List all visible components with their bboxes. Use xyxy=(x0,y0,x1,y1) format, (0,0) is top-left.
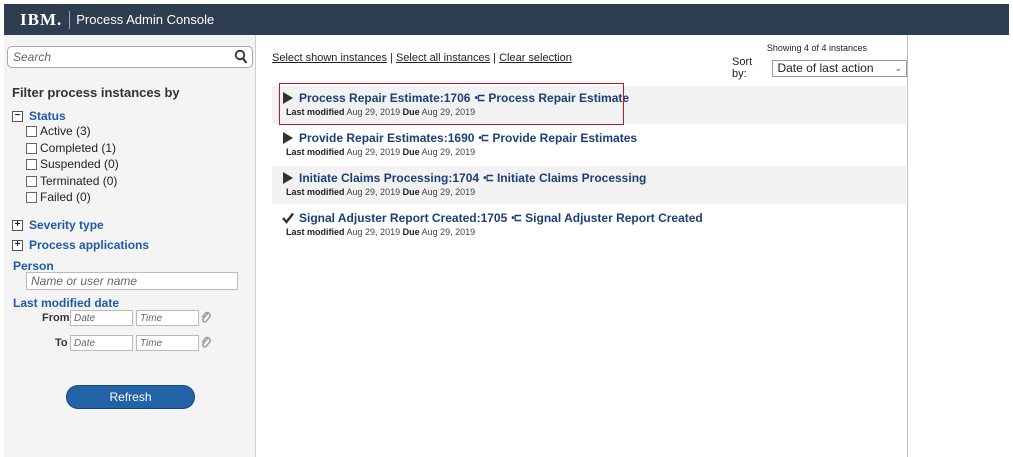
last-modified-value: Aug 29, 2019 xyxy=(346,187,401,197)
process-apps-label[interactable]: Process applications xyxy=(29,238,149,252)
instance-process[interactable]: Provide Repair Estimates xyxy=(492,131,637,145)
to-time-input[interactable] xyxy=(136,335,199,351)
instance-title[interactable]: Initiate Claims Processing:1704 •⊏ Initi… xyxy=(282,171,646,185)
from-label: From xyxy=(42,312,70,324)
status-section-toggle[interactable]: − Status xyxy=(12,109,66,123)
filter-title: Filter process instances by xyxy=(12,85,180,100)
instance-title[interactable]: Provide Repair Estimates:1690 •⊏ Provide… xyxy=(282,131,637,145)
status-option-active[interactable]: Active (3) xyxy=(26,124,91,138)
to-date-input[interactable] xyxy=(70,335,133,351)
link-separator: | xyxy=(390,52,393,64)
logo-divider xyxy=(69,10,71,29)
ibm-logo: IBM. xyxy=(20,9,63,29)
sort-control: Sort by: Date of last action ⌄ xyxy=(732,56,907,80)
process-apps-section-toggle[interactable]: + Process applications xyxy=(12,238,149,252)
status-option-failed[interactable]: Failed (0) xyxy=(26,190,91,204)
instance-meta: Last modified Aug 29, 2019 Due Aug 29, 2… xyxy=(286,147,475,157)
play-icon xyxy=(283,132,293,144)
collapse-icon[interactable]: − xyxy=(12,110,23,122)
chevron-down-icon: ⌄ xyxy=(894,62,902,73)
checkmark-icon xyxy=(282,212,294,224)
checkbox[interactable] xyxy=(26,191,37,203)
instance-meta: Last modified Aug 29, 2019 Due Aug 29, 2… xyxy=(286,187,475,197)
select-all-link[interactable]: Select all instances xyxy=(396,52,490,64)
app-title: Process Admin Console xyxy=(76,12,215,27)
clear-date-icon[interactable] xyxy=(200,336,212,350)
status-option-label: Completed (1) xyxy=(40,141,117,155)
play-icon xyxy=(283,172,293,184)
status-option-label: Active (3) xyxy=(40,124,91,138)
meta-label: Due xyxy=(402,187,420,197)
due-value: Aug 29, 2019 xyxy=(421,147,476,157)
process-link-icon: •⊏ xyxy=(511,212,522,224)
instance-process[interactable]: Initiate Claims Processing xyxy=(497,171,646,185)
checkbox[interactable] xyxy=(26,175,37,187)
person-input[interactable] xyxy=(26,272,238,290)
status-option-completed[interactable]: Completed (1) xyxy=(26,141,116,155)
selection-highlight xyxy=(279,83,624,125)
checkbox[interactable] xyxy=(26,158,37,170)
last-modified-value: Aug 29, 2019 xyxy=(346,147,401,157)
last-modified-value: Aug 29, 2019 xyxy=(346,227,401,237)
showing-count: Showing 4 of 4 instances xyxy=(766,43,867,53)
instance-row[interactable]: Initiate Claims Processing:1704 •⊏ Initi… xyxy=(272,166,906,204)
status-option-suspended[interactable]: Suspended (0) xyxy=(26,157,119,171)
last-modified-label: Last modified date xyxy=(13,296,120,310)
status-label[interactable]: Status xyxy=(29,109,66,123)
meta-label: Last modified xyxy=(286,147,345,157)
process-link-icon: •⊏ xyxy=(483,172,494,184)
search-input[interactable] xyxy=(13,49,228,65)
instance-row[interactable]: Signal Adjuster Report Created:1705 •⊏ S… xyxy=(272,206,906,244)
expand-icon[interactable]: + xyxy=(12,219,23,231)
sort-select[interactable]: Date of last action ⌄ xyxy=(772,59,907,77)
to-label: To xyxy=(55,337,68,349)
select-shown-link[interactable]: Select shown instances xyxy=(272,52,387,64)
instance-process[interactable]: Signal Adjuster Report Created xyxy=(525,211,703,225)
instance-name[interactable]: Provide Repair Estimates:1690 xyxy=(299,131,474,145)
meta-label: Due xyxy=(402,227,420,237)
person-label: Person xyxy=(13,259,54,273)
sort-value: Date of last action xyxy=(777,61,874,75)
checkbox[interactable] xyxy=(26,125,37,137)
instance-meta: Last modified Aug 29, 2019 Due Aug 29, 2… xyxy=(286,227,475,237)
instance-name[interactable]: Signal Adjuster Report Created:1705 xyxy=(299,211,507,225)
clear-selection-link[interactable]: Clear selection xyxy=(499,52,572,64)
meta-label: Last modified xyxy=(286,227,345,237)
severity-section-toggle[interactable]: + Severity type xyxy=(12,218,104,232)
status-option-label: Failed (0) xyxy=(40,190,91,204)
meta-label: Last modified xyxy=(286,187,345,197)
instance-name[interactable]: Initiate Claims Processing:1704 xyxy=(299,171,479,185)
status-option-label: Terminated (0) xyxy=(40,174,118,188)
filter-sidebar: Filter process instances by − Status Act… xyxy=(4,35,256,457)
meta-label: Due xyxy=(402,147,420,157)
expand-icon[interactable]: + xyxy=(12,239,23,251)
from-time-input[interactable] xyxy=(136,310,199,326)
clear-date-icon[interactable] xyxy=(200,311,212,325)
instance-row[interactable]: Provide Repair Estimates:1690 •⊏ Provide… xyxy=(272,126,906,164)
severity-label[interactable]: Severity type xyxy=(29,218,104,232)
selection-links: Select shown instances | Select all inst… xyxy=(272,52,572,64)
search-box xyxy=(7,46,253,68)
process-link-icon: •⊏ xyxy=(478,132,489,144)
search-icon[interactable] xyxy=(234,49,248,65)
refresh-button[interactable]: Refresh xyxy=(66,385,195,409)
from-date-input[interactable] xyxy=(70,310,133,326)
sort-label: Sort by: xyxy=(732,56,753,80)
status-option-terminated[interactable]: Terminated (0) xyxy=(26,174,117,188)
checkbox[interactable] xyxy=(26,142,37,154)
status-option-label: Suspended (0) xyxy=(40,157,119,171)
link-separator: | xyxy=(493,52,497,64)
top-bar: IBM. Process Admin Console xyxy=(4,4,1009,35)
due-value: Aug 29, 2019 xyxy=(421,187,476,197)
due-value: Aug 29, 2019 xyxy=(421,227,476,237)
instance-title[interactable]: Signal Adjuster Report Created:1705 •⊏ S… xyxy=(282,211,703,225)
